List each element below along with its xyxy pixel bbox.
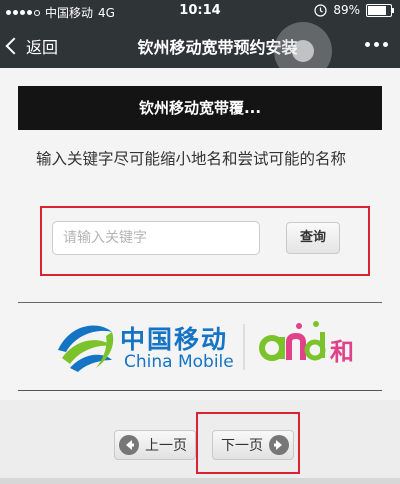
status-right: 89% [314,3,394,17]
keyword-input[interactable] [52,221,260,255]
battery-fill [368,5,386,15]
arrow-right-circle-icon [269,435,289,455]
alarm-icon [314,3,327,17]
divider-top [18,302,382,303]
main-content: 钦州移动宽带覆... 输入关键字尽可能缩小地名和尝试可能的名称 查询 [0,68,400,484]
china-mobile-logo: 中国移动 China Mobile 和 [0,310,400,380]
more-dots-icon[interactable] [365,42,388,47]
back-button[interactable]: 返回 [5,34,59,58]
back-label: 返回 [26,38,59,57]
divider-bottom [18,390,382,391]
pager: 上一页 下一页 [0,400,400,484]
next-page-button[interactable]: 下一页 [212,430,294,460]
bottom-toolbar-edge [0,478,400,484]
prev-page-button[interactable]: 上一页 [114,430,196,460]
search-instructions: 输入关键字尽可能缩小地名和尝试可能的名称 [36,150,347,168]
battery-icon [366,3,394,17]
status-bar: 中国移动 4G 10:14 89% [0,0,400,22]
assistive-touch-icon [292,40,314,62]
coverage-banner: 钦州移动宽带覆... [18,86,382,130]
and-he-logo-icon [259,321,326,361]
prev-page-label: 上一页 [145,438,187,454]
arrow-left-circle-icon [119,435,139,455]
query-button[interactable]: 查询 [286,222,340,254]
china-mobile-en-name: China Mobile [124,352,234,372]
chevron-left-icon [5,37,23,55]
page: 中国移动 4G 10:14 89% 返回 钦州移动宽带预约安装 钦州移动宽带覆.… [0,0,400,484]
next-page-label: 下一页 [221,438,263,454]
battery-percent: 89% [333,3,360,17]
china-mobile-cn-name: 中国移动 [120,325,229,354]
nav-bar: 返回 钦州移动宽带预约安装 [0,22,400,80]
china-mobile-swoosh-icon [58,325,114,372]
brand-he-text: 和 [330,338,354,366]
